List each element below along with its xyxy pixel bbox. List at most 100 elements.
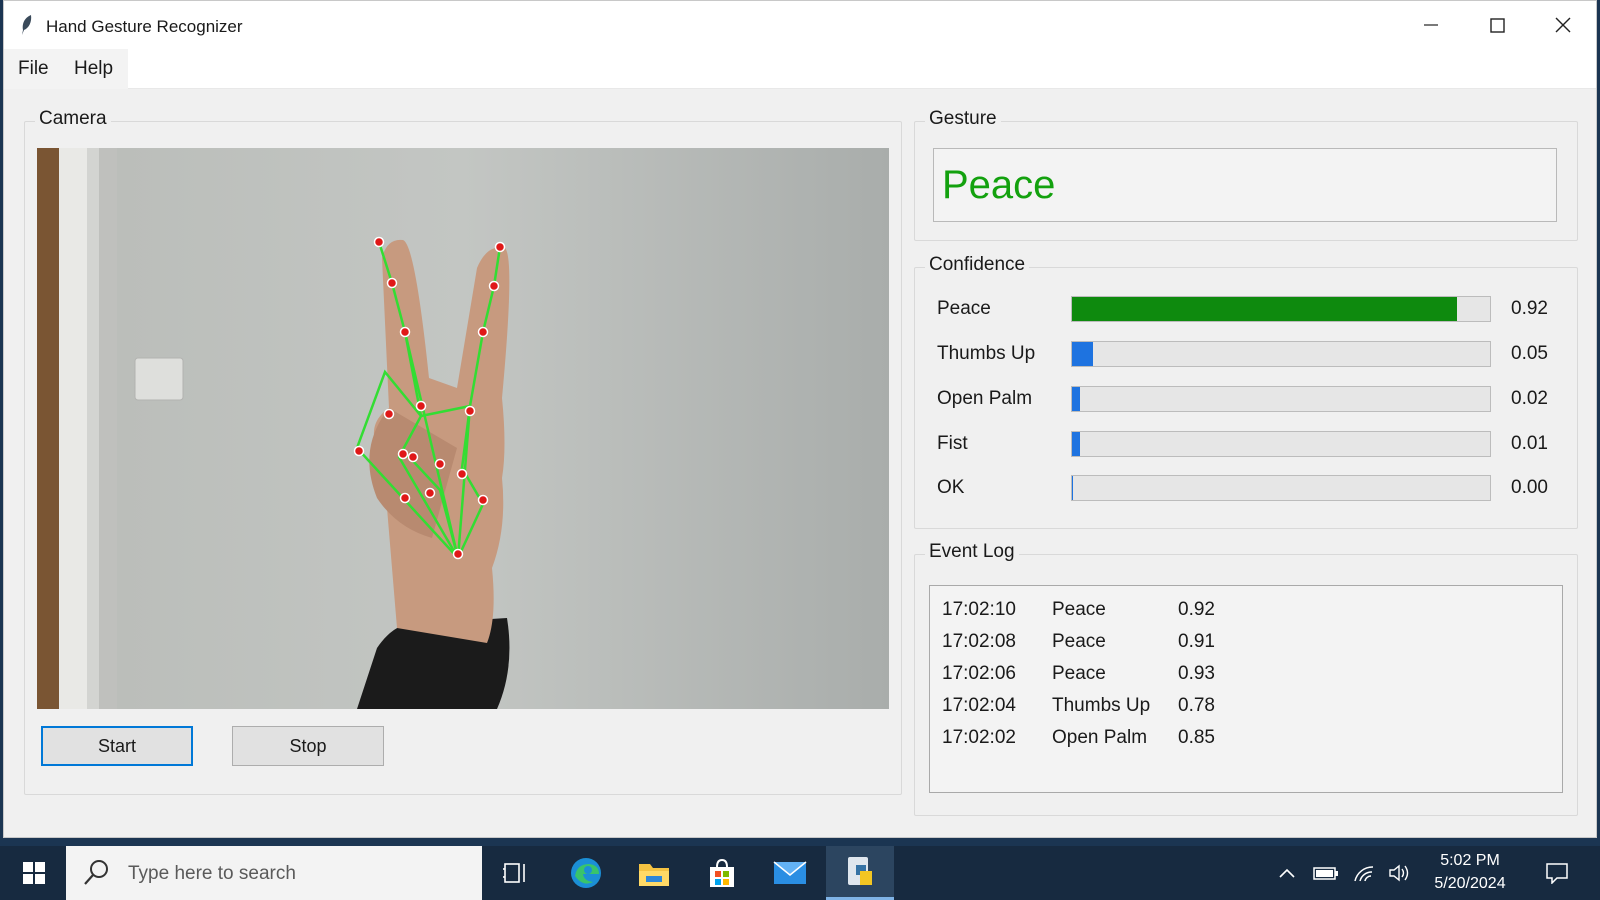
mail-icon xyxy=(773,861,807,884)
confidence-bar-fill xyxy=(1072,432,1081,456)
log-score: 0.78 xyxy=(1178,695,1215,716)
log-row: 17:02:04 Thumbs Up 0.78 xyxy=(930,695,1562,723)
confidence-label: Peace xyxy=(937,298,991,319)
log-row: 17:02:02 Open Palm 0.85 xyxy=(930,727,1562,755)
confidence-label: OK xyxy=(937,477,965,498)
camera-group-label: Camera xyxy=(35,108,111,130)
maximize-icon xyxy=(1489,17,1505,33)
window-title: Hand Gesture Recognizer xyxy=(46,17,243,36)
notification-icon xyxy=(1546,863,1568,884)
stop-button[interactable]: Stop xyxy=(232,726,384,766)
log-gesture: Peace xyxy=(1052,631,1106,652)
feather-icon xyxy=(22,15,32,35)
confidence-bar xyxy=(1071,386,1491,412)
camera-image xyxy=(37,148,889,709)
confidence-group-label: Confidence xyxy=(925,254,1030,276)
camera-feed xyxy=(37,148,889,709)
log-score: 0.93 xyxy=(1178,663,1215,684)
menu-bar: File Help xyxy=(4,49,1596,89)
confidence-bar xyxy=(1071,296,1491,322)
confidence-row: Open Palm 0.02 xyxy=(915,384,1577,414)
python-feather-icon xyxy=(848,856,872,885)
start-button[interactable]: Start xyxy=(41,726,193,766)
show-hidden-icons-button[interactable] xyxy=(1270,846,1304,900)
file-explorer-button[interactable] xyxy=(620,846,688,900)
task-view-button[interactable] xyxy=(482,846,550,900)
confidence-bar-fill xyxy=(1072,342,1093,366)
confidence-bar-fill xyxy=(1072,387,1081,411)
start-menu-button[interactable] xyxy=(0,846,68,900)
store-bag-icon xyxy=(710,858,734,887)
maximize-button[interactable] xyxy=(1464,1,1530,49)
confidence-group: Confidence Peace 0.92 Thumbs Up 0.05 Ope… xyxy=(914,254,1578,529)
close-button[interactable] xyxy=(1530,1,1596,49)
confidence-label: Thumbs Up xyxy=(937,343,1036,364)
log-time: 17:02:04 xyxy=(942,695,1016,716)
log-gesture: Thumbs Up xyxy=(1052,695,1151,716)
store-button[interactable] xyxy=(688,846,756,900)
confidence-value: 0.01 xyxy=(1511,433,1548,454)
log-time: 17:02:02 xyxy=(942,727,1016,748)
minimize-icon xyxy=(1424,24,1438,26)
log-gesture: Open Palm xyxy=(1052,727,1148,748)
close-icon xyxy=(1555,17,1571,33)
confidence-value: 0.02 xyxy=(1511,388,1548,409)
event-log-list[interactable]: 17:02:10 Peace 0.92 17:02:08 Peace 0.91 … xyxy=(929,585,1563,793)
taskbar-search-box[interactable]: Type here to search xyxy=(66,846,482,900)
wifi-icon xyxy=(1354,866,1374,882)
log-score: 0.91 xyxy=(1178,631,1215,652)
log-time: 17:02:10 xyxy=(942,599,1016,620)
task-view-icon xyxy=(503,863,525,883)
confidence-row: OK 0.00 xyxy=(915,473,1577,503)
camera-group: Camera Start Stop xyxy=(24,108,902,795)
confidence-row: Fist 0.01 xyxy=(915,429,1577,459)
confidence-label: Fist xyxy=(937,433,968,454)
clock-time[interactable]: 5:02 PM xyxy=(1420,852,1520,870)
windows-logo-icon xyxy=(23,862,45,884)
chevron-up-icon xyxy=(1279,868,1295,878)
network-button[interactable] xyxy=(1346,846,1382,900)
log-gesture: Peace xyxy=(1052,663,1106,684)
log-row: 17:02:08 Peace 0.91 xyxy=(930,631,1562,659)
search-placeholder: Type here to search xyxy=(128,863,296,884)
log-score: 0.92 xyxy=(1178,599,1215,620)
confidence-bar xyxy=(1071,341,1491,367)
confidence-bar-fill xyxy=(1072,476,1074,500)
battery-button[interactable] xyxy=(1306,846,1346,900)
menu-file[interactable]: File xyxy=(18,58,49,80)
confidence-bar-fill xyxy=(1072,297,1457,321)
confidence-value: 0.05 xyxy=(1511,343,1548,364)
folder-icon xyxy=(639,864,669,886)
title-bar: Hand Gesture Recognizer xyxy=(4,1,1596,49)
confidence-bar xyxy=(1071,431,1491,457)
confidence-bar xyxy=(1071,475,1491,501)
log-time: 17:02:08 xyxy=(942,631,1016,652)
log-score: 0.85 xyxy=(1178,727,1215,748)
mail-button[interactable] xyxy=(756,846,824,900)
gesture-group-label: Gesture xyxy=(925,108,1001,130)
gesture-value: Peace xyxy=(942,163,1056,207)
speaker-icon xyxy=(1389,864,1409,882)
confidence-row: Thumbs Up 0.05 xyxy=(915,339,1577,369)
notifications-button[interactable] xyxy=(1532,846,1582,900)
event-log-group-label: Event Log xyxy=(925,541,1019,563)
confidence-value: 0.00 xyxy=(1511,477,1548,498)
log-row: 17:02:06 Peace 0.93 xyxy=(930,663,1562,691)
gesture-display: Peace xyxy=(933,148,1557,222)
menu-help[interactable]: Help xyxy=(74,58,113,80)
app-window: Hand Gesture Recognizer File Help Camera xyxy=(3,0,1597,838)
gesture-group: Gesture Peace xyxy=(914,108,1578,241)
python-app-button[interactable] xyxy=(826,846,894,900)
log-row: 17:02:10 Peace 0.92 xyxy=(930,599,1562,627)
confidence-value: 0.92 xyxy=(1511,298,1548,319)
log-gesture: Peace xyxy=(1052,599,1106,620)
clock-date[interactable]: 5/20/2024 xyxy=(1420,875,1520,893)
log-time: 17:02:06 xyxy=(942,663,1016,684)
search-icon xyxy=(84,860,108,885)
confidence-row: Peace 0.92 xyxy=(915,294,1577,324)
volume-button[interactable] xyxy=(1382,846,1418,900)
event-log-group: Event Log 17:02:10 Peace 0.92 17:02:08 P… xyxy=(914,541,1578,816)
edge-button[interactable] xyxy=(552,846,620,900)
battery-icon xyxy=(1313,867,1338,880)
minimize-button[interactable] xyxy=(1398,1,1464,49)
